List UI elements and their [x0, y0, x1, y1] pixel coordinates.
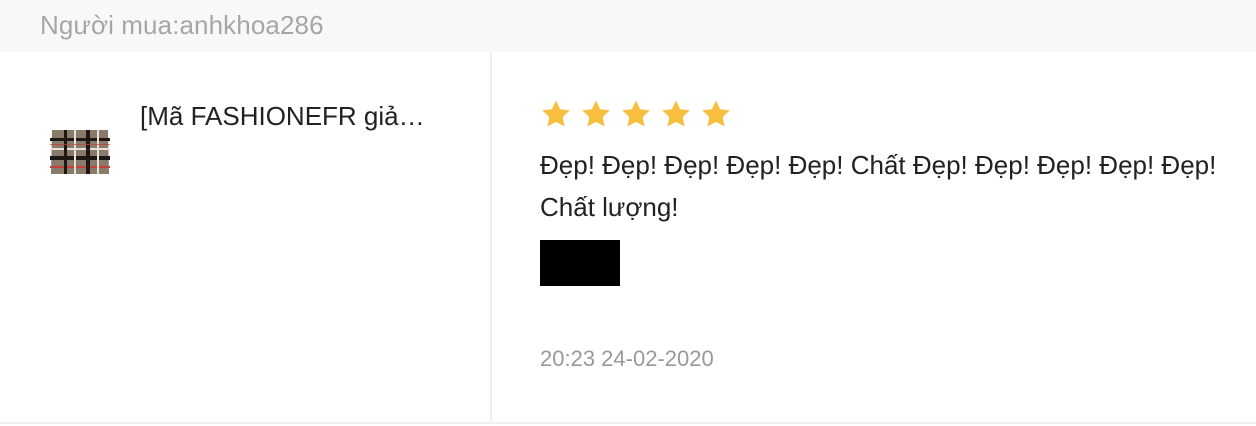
review-column: Đẹp! Đẹp! Đẹp! Đẹp! Đẹp! Chất Đẹp! Đẹp! … [492, 52, 1256, 422]
review-image-thumbnail[interactable] [550, 314, 610, 320]
product-column[interactable]: [Mã FASHIONEFR giả… [0, 52, 490, 422]
bottom-divider [0, 422, 1256, 424]
review-timestamp: 20:23 24-02-2020 [540, 346, 714, 371]
product-thumbnail[interactable] [50, 128, 110, 176]
star-icon [662, 100, 690, 127]
review-media-thumbnail[interactable] [540, 240, 620, 286]
buyer-header: Người mua:anhkhoa286 [0, 0, 1256, 52]
star-icon [702, 100, 730, 127]
plaid-bag-icon [50, 130, 110, 174]
buyer-label: Người mua:anhkhoa286 [40, 10, 324, 40]
review-card: Người mua:anhkhoa286 [Mã FASHIONEFR giả…… [0, 0, 1256, 426]
rating-stars [540, 98, 740, 130]
star-icon [582, 100, 610, 127]
star-icon [622, 100, 650, 127]
star-icon [542, 100, 570, 127]
review-comment: Đẹp! Đẹp! Đẹp! Đẹp! Đẹp! Chất Đẹp! Đẹp! … [540, 150, 1217, 222]
product-name[interactable]: [Mã FASHIONEFR giả… [140, 101, 450, 132]
